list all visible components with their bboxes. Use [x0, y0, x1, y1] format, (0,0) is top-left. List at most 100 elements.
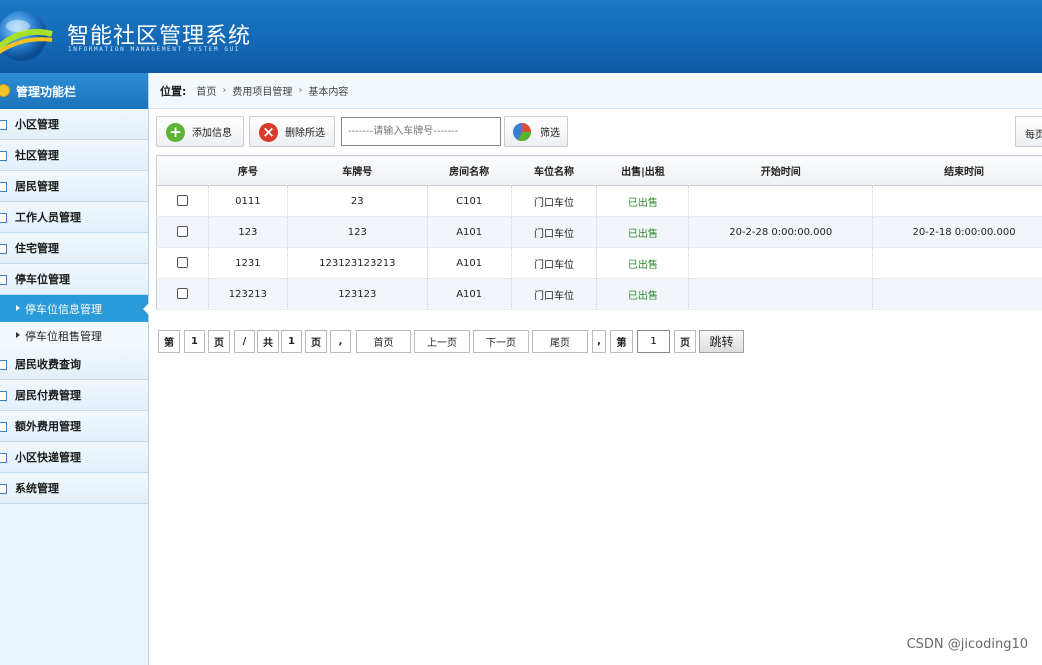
document-icon — [0, 151, 7, 161]
table-row: 0111 23 C101 门口车位 已出售 — [156, 185, 1042, 217]
cell-slot: 门口车位 — [511, 278, 598, 310]
pager-comma: , — [330, 330, 351, 353]
sidebar-item-extra-fees[interactable]: 额外费用管理 — [0, 411, 148, 442]
breadcrumb-home[interactable]: 首页 — [196, 83, 216, 98]
cell-slot: 门口车位 — [511, 185, 598, 217]
jump-button[interactable]: 跳转 — [699, 330, 744, 353]
plate-search-input[interactable] — [341, 117, 501, 146]
sidebar-item-label: 居民管理 — [15, 180, 59, 193]
sidebar-item-label: 额外费用管理 — [15, 420, 81, 433]
watermark: CSDN @jicoding10 — [906, 637, 1028, 652]
sidebar-item-community[interactable]: 小区管理 — [0, 109, 148, 140]
row-select-cell — [156, 247, 209, 279]
document-icon — [0, 244, 7, 254]
sidebar-item-label: 社区管理 — [15, 149, 59, 162]
add-button[interactable]: + 添加信息 — [156, 116, 244, 147]
row-checkbox[interactable] — [176, 288, 188, 300]
pager-slash: / — [234, 330, 255, 353]
cell-start — [688, 185, 874, 217]
cell-plate: 23 — [287, 185, 428, 217]
pager-comma2: , — [592, 330, 606, 353]
cell-id: 123 — [208, 216, 288, 248]
row-checkbox[interactable] — [176, 195, 188, 207]
pager-total-pages: 1 — [281, 330, 302, 353]
document-icon — [0, 422, 7, 432]
pager-text-gong: 共 — [257, 330, 279, 353]
sidebar-item-neighborhood[interactable]: 社区管理 — [0, 140, 148, 171]
filter-button[interactable]: 筛选 — [504, 116, 568, 147]
cell-start — [688, 247, 874, 279]
last-page-button[interactable]: 尾页 — [532, 330, 588, 353]
row-checkbox[interactable] — [176, 257, 188, 269]
document-icon — [0, 484, 7, 494]
cell-status: 已出售 — [596, 278, 690, 310]
per-page-button[interactable]: 每页 — [1015, 116, 1042, 147]
column-header-id[interactable]: 序号 — [208, 155, 288, 186]
column-header-end[interactable]: 结束时间 — [872, 155, 1042, 186]
sidebar-subitem-parking-info[interactable]: 停车位信息管理 — [0, 295, 149, 322]
breadcrumb: 位置: 首页 › 费用项目管理 › 基本内容 — [149, 73, 1042, 109]
close-icon: × — [259, 123, 278, 142]
row-select-cell — [156, 216, 209, 248]
prev-page-button[interactable]: 上一页 — [414, 330, 470, 353]
cell-id: 123213 — [208, 278, 288, 310]
row-checkbox[interactable] — [176, 226, 188, 238]
app-subtitle: INFORMATION MANAGEMENT SYSTEM GUI — [68, 46, 241, 53]
chevron-right-icon: › — [222, 85, 227, 96]
column-header-plate[interactable]: 车牌号 — [287, 155, 428, 186]
sidebar-item-label: 住宅管理 — [15, 242, 59, 255]
column-header-start[interactable]: 开始时间 — [688, 155, 873, 186]
jump-page-input[interactable] — [637, 330, 670, 353]
filter-button-label: 筛选 — [540, 128, 560, 139]
cell-end — [872, 185, 1042, 217]
column-header-slot[interactable]: 车位名称 — [511, 155, 597, 186]
sidebar-item-residents[interactable]: 居民管理 — [0, 171, 148, 202]
cell-id: 1231 — [208, 247, 288, 279]
sidebar-item-system[interactable]: 系统管理 — [0, 473, 148, 504]
breadcrumb-current: 基本内容 — [308, 87, 349, 98]
cell-room: A101 — [427, 247, 512, 279]
cell-plate: 123123123213 — [287, 247, 428, 279]
column-header-room[interactable]: 房间名称 — [427, 155, 512, 186]
cell-status: 已出售 — [596, 216, 690, 248]
cell-end — [872, 278, 1042, 310]
cell-slot: 门口车位 — [511, 247, 598, 279]
column-header-status[interactable]: 出售|出租 — [596, 155, 689, 186]
sidebar-item-fee-query[interactable]: 居民收费查询 — [0, 349, 148, 380]
cell-plate: 123123 — [287, 278, 428, 310]
pie-chart-icon — [513, 123, 532, 142]
caret-right-icon — [16, 305, 20, 311]
menu-icon — [0, 84, 10, 97]
sidebar-subitem-parking-rent[interactable]: 停车位租售管理 — [0, 322, 148, 349]
cell-id: 0111 — [208, 185, 288, 217]
breadcrumb-fees[interactable]: 费用项目管理 — [232, 83, 292, 98]
chevron-right-icon: › — [298, 85, 303, 96]
pager-text-di: 第 — [158, 330, 180, 353]
delete-selected-button[interactable]: × 删除所选 — [249, 116, 335, 147]
sidebar-item-label: 小区快递管理 — [15, 451, 81, 464]
document-icon — [0, 275, 7, 285]
row-select-cell — [156, 185, 209, 217]
breadcrumb-label: 位置: — [160, 84, 187, 98]
cell-start — [688, 278, 874, 310]
cell-room: A101 — [427, 216, 512, 248]
pager-text-ye3: 页 — [674, 330, 696, 353]
sidebar-title-label: 管理功能栏 — [16, 84, 77, 99]
sidebar-item-parking[interactable]: 停车位管理 — [0, 264, 148, 295]
cell-room: C101 — [427, 185, 512, 217]
cell-end — [872, 247, 1042, 279]
sidebar-item-staff[interactable]: 工作人员管理 — [0, 202, 148, 233]
sidebar-item-express[interactable]: 小区快递管理 — [0, 442, 148, 473]
first-page-button[interactable]: 首页 — [356, 330, 411, 353]
sidebar: 管理功能栏 小区管理 社区管理 居民管理 工作人员管理 住宅管理 停车位管理 停… — [0, 73, 149, 665]
plus-icon: + — [166, 123, 185, 142]
sidebar-item-payment[interactable]: 居民付费管理 — [0, 380, 148, 411]
document-icon — [0, 213, 7, 223]
add-button-label: 添加信息 — [192, 128, 232, 139]
next-page-button[interactable]: 下一页 — [473, 330, 529, 353]
globe-logo-icon — [0, 11, 53, 61]
sidebar-item-housing[interactable]: 住宅管理 — [0, 233, 148, 264]
sidebar-item-label: 系统管理 — [15, 482, 59, 495]
cell-start: 20-2-28 0:00:00.000 — [688, 216, 874, 248]
document-icon — [0, 120, 7, 130]
